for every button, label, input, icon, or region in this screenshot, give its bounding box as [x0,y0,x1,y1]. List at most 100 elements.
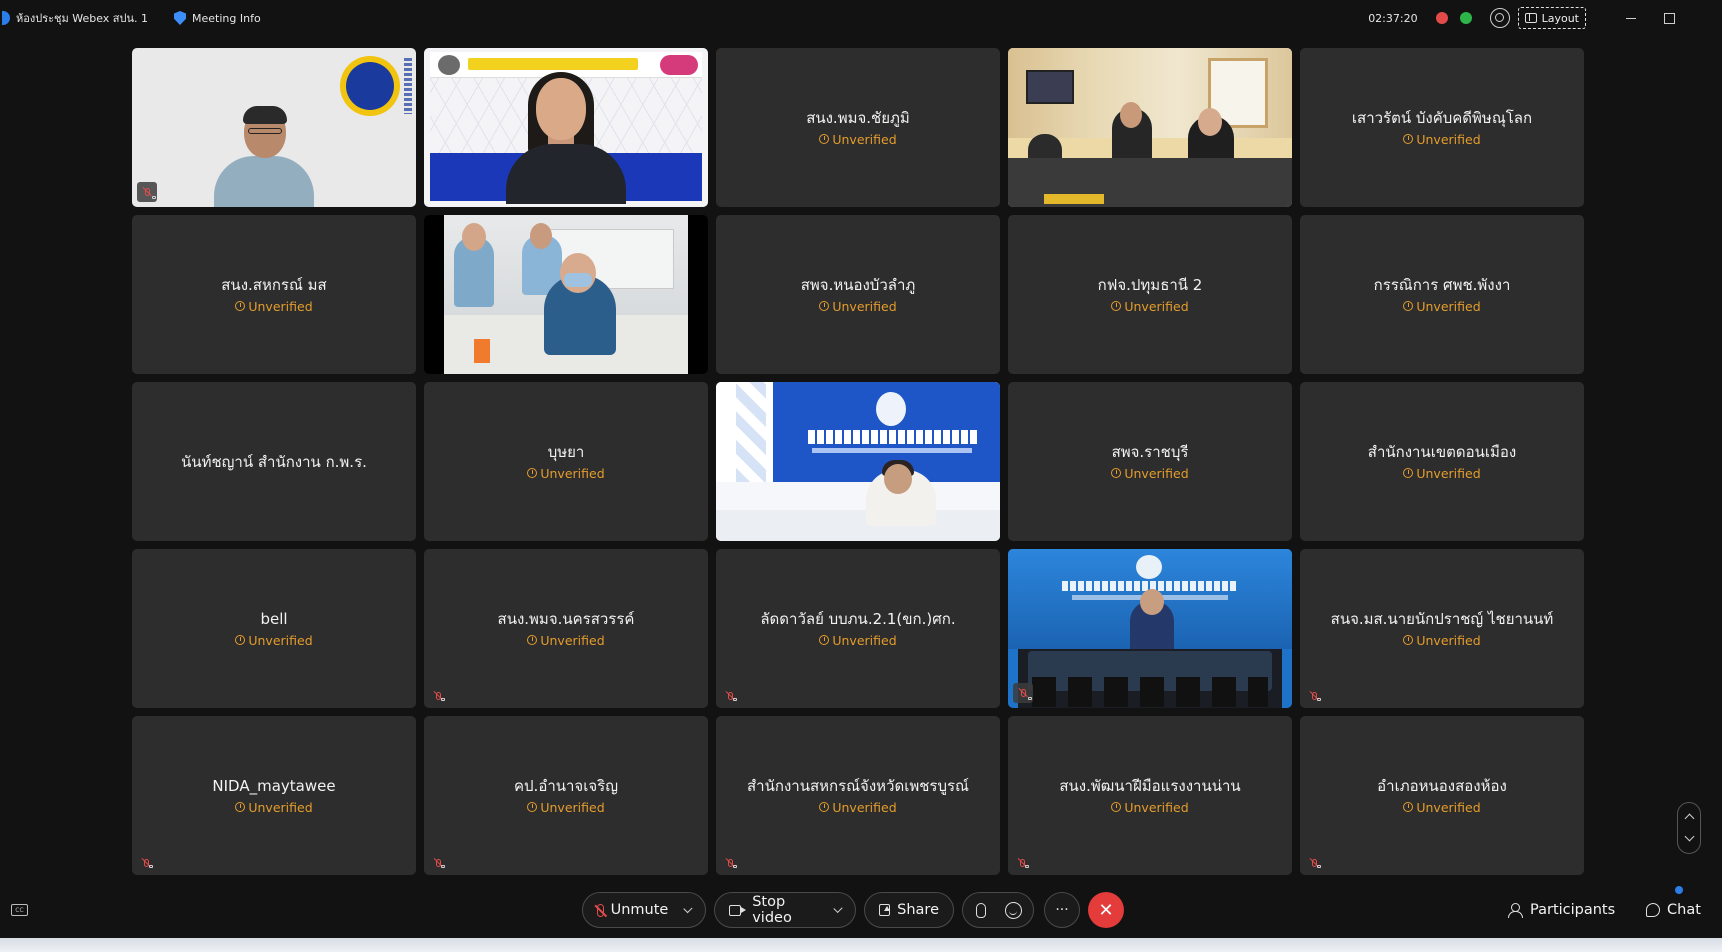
unverified-icon [819,802,830,812]
unverified-icon [235,802,246,812]
participant-name: สนง.พมจ.นครสวรรค์ [497,609,635,628]
participant-tile[interactable]: นันท์ชญาน์ สำนักงาน ก.พ.ร. [132,382,416,541]
end-call-icon: ✕ [1098,899,1114,921]
mic-off-icon [137,182,157,202]
os-taskbar [0,938,1722,952]
unmute-button[interactable]: Unmute [582,892,706,928]
end-call-button[interactable]: ✕ [1088,892,1124,928]
more-button[interactable]: ··· [1044,892,1080,928]
search-icon[interactable] [1489,8,1510,28]
close-icon[interactable] [1688,0,1722,36]
mic-off-icon [597,903,604,917]
participant-name: บุษยา [547,442,585,461]
elapsed-time: 02:37:20 [1368,11,1418,25]
participant-tile[interactable]: สนง.พมจ.นครสวรรค์ Unverified [424,549,708,708]
share-button[interactable]: Share [864,892,954,928]
verification-status: Unverified [1403,633,1481,648]
hand-icon[interactable] [976,903,986,918]
title-right: 02:37:20 Layout [1368,0,1722,36]
participant-tile[interactable]: สนง.สหกรณ์ มส Unverified [132,215,416,374]
shield-icon[interactable] [174,11,187,25]
participant-tile[interactable]: สำนักงานสหกรณ์จังหวัดเพชรบูรณ์ Unverified [716,716,1000,875]
participant-tile[interactable]: สนจ.มส.นายนักปราชญ์ ไชยานนท์ Unverified [1300,549,1584,708]
meeting-info-link[interactable]: Meeting Info [192,12,261,25]
unverified-icon [1403,635,1414,645]
participants-button[interactable]: Participants [1508,892,1615,928]
stop-video-button[interactable]: Stop video [714,892,856,928]
verification-status: Unverified [1111,800,1189,815]
chat-button[interactable]: Chat [1646,886,1710,928]
participant-video [1008,549,1292,708]
chevron-up-icon[interactable] [1684,813,1695,824]
unverified-icon [235,635,246,645]
share-icon [879,904,891,916]
more-icon: ··· [1055,902,1069,918]
people-icon [1508,902,1523,918]
grid-scroller[interactable] [1677,802,1701,854]
chevron-down-icon[interactable] [1684,831,1695,842]
participant-tile[interactable]: คป.อำนาจเจริญ Unverified [424,716,708,875]
participant-tile[interactable]: สพจ.หนองบัวลำภู Unverified [716,215,1000,374]
connection-icon[interactable] [1459,12,1472,24]
captions-icon[interactable]: CC [11,904,28,916]
unverified-icon [1403,134,1414,144]
restore-icon[interactable] [1650,0,1688,36]
participant-tile[interactable] [424,48,708,207]
chevron-down-icon[interactable] [683,903,693,913]
verification-status: Unverified [819,299,897,314]
participant-tile[interactable]: ลัดดาวัลย์ บบภน.2.1(ขก.)ศก. Unverified [716,549,1000,708]
unverified-icon [1111,301,1122,311]
participant-name: NIDA_maytawee [212,776,336,795]
verification-status: Unverified [1403,298,1481,314]
participant-tile[interactable] [132,48,416,207]
participant-tile[interactable]: สำนักงานเขตดอนเมือง Unverified [1300,382,1584,541]
participant-grid: สนง.พมจ.ชัยภูมิ Unverified เสาวรัตน์ บังคั… [132,48,1584,875]
verification-status: Unverified [235,632,313,648]
participant-tile[interactable]: กฟจ.ปทุมธานี 2 Unverified [1008,215,1292,374]
verification-status: Unverified [527,633,605,648]
verification-status: Unverified [235,299,313,314]
participant-tile[interactable]: สพจ.ราชบุรี Unverified [1008,382,1292,541]
verification-status: Unverified [1111,298,1189,314]
recording-icon[interactable] [1435,12,1448,24]
participant-name: สนง.พมจ.ชัยภูมิ [806,108,910,127]
unverified-icon [235,301,246,311]
participant-video [132,48,416,207]
verification-label: Unverified [1416,799,1481,815]
verification-label: Unverified [248,632,313,648]
mic-off-icon [722,688,738,704]
share-label: Share [897,902,939,918]
unverified-icon [819,134,830,144]
mic-off-icon [1013,683,1033,703]
verification-label: Unverified [1124,298,1189,314]
chevron-down-icon[interactable] [833,903,843,913]
unverified-icon [1403,468,1414,478]
participant-tile[interactable]: bell Unverified [132,549,416,708]
verification-status: Unverified [1111,466,1189,481]
verification-label: Unverified [1416,298,1481,314]
participant-tile[interactable]: อำเภอหนองสองห้อง Unverified [1300,716,1584,875]
mic-off-icon [430,688,446,704]
reaction-icon[interactable] [1005,902,1022,919]
participant-tile[interactable]: สนง.พมจ.ชัยภูมิ Unverified [716,48,1000,207]
verification-status: Unverified [527,466,605,481]
participant-tile[interactable] [1008,48,1292,207]
verification-label: Unverified [248,799,313,815]
minimize-icon[interactable] [1612,0,1650,36]
participant-tile[interactable]: NIDA_maytawee Unverified [132,716,416,875]
layout-button[interactable]: Layout [1517,7,1586,29]
participant-name: สพจ.ราชบุรี [1111,442,1189,461]
chat-notification-badge [1675,886,1683,894]
participant-tile[interactable]: กรรณิการ ศพช.พังงา Unverified [1300,215,1584,374]
mic-off-icon [1306,855,1322,871]
participant-tile[interactable]: สนง.พัฒนาฝีมือแรงงานน่าน Unverified [1008,716,1292,875]
unmute-label: Unmute [610,902,669,918]
participant-tile[interactable] [424,215,708,374]
verification-label: Unverified [1416,465,1481,481]
participant-tile[interactable]: เสาวรัตน์ บังคับคดีพิษณุโลก Unverified [1300,48,1584,207]
participant-video [1008,48,1292,207]
participant-tile[interactable] [1008,549,1292,708]
participant-video [716,382,1000,541]
participant-tile[interactable] [716,382,1000,541]
participant-tile[interactable]: บุษยา Unverified [424,382,708,541]
